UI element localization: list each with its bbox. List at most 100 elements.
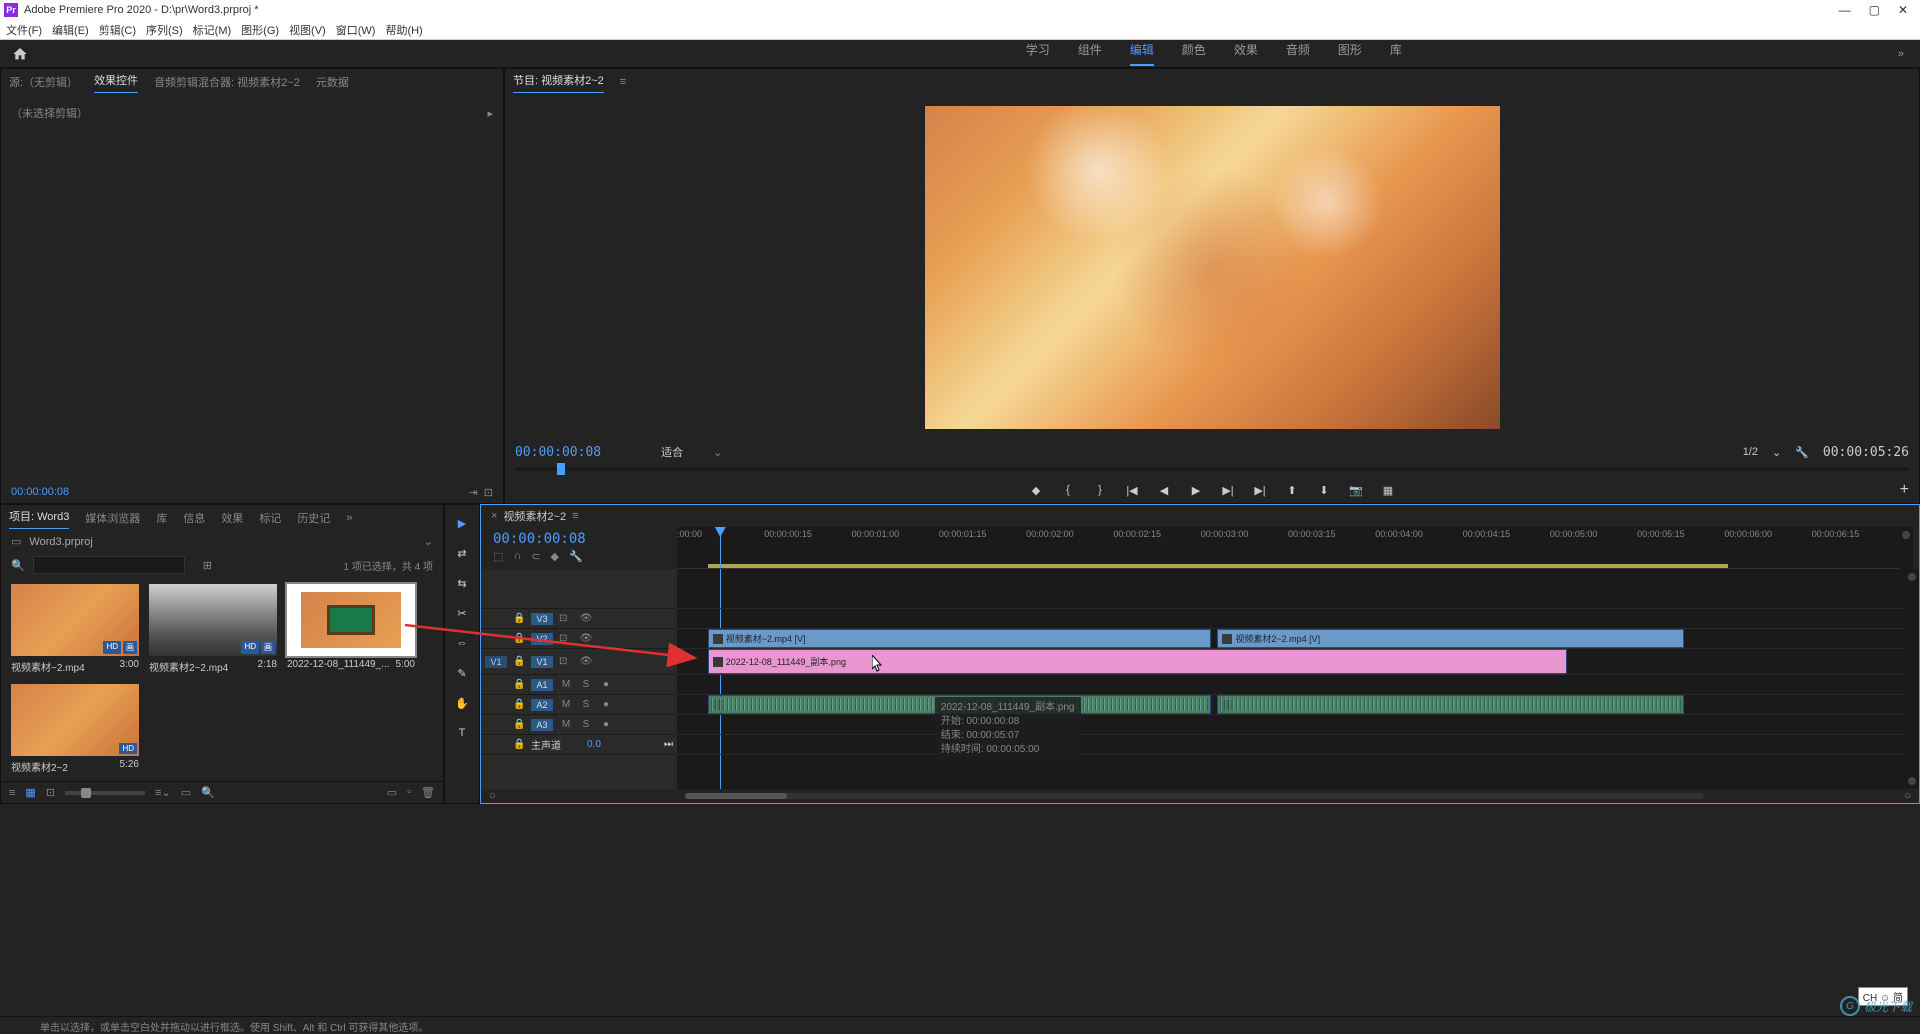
timeline-tracks-area[interactable]: 视频素材~2.mp4 [V] 视频素材2~2.mp4 [V] 2022-12-0… bbox=[677, 569, 1905, 789]
work-area-bar[interactable] bbox=[708, 564, 1728, 568]
track-target-v3[interactable]: V3 bbox=[531, 613, 553, 625]
toggle-track-output-icon[interactable]: 👁 bbox=[579, 656, 593, 667]
hand-tool[interactable]: ✋ bbox=[452, 693, 472, 713]
pen-tool[interactable]: ✎ bbox=[452, 663, 472, 683]
playback-resolution[interactable]: 1/2 bbox=[1743, 446, 1758, 458]
chevron-down-icon[interactable]: ⌄ bbox=[713, 446, 722, 459]
menu-file[interactable]: 文件(F) bbox=[6, 22, 42, 38]
menu-clip[interactable]: 剪辑(C) bbox=[99, 22, 136, 38]
mute-button[interactable]: M bbox=[559, 679, 573, 690]
workspace-assembly[interactable]: 组件 bbox=[1078, 41, 1102, 66]
workspace-editing[interactable]: 编辑 bbox=[1130, 41, 1154, 66]
tab-info[interactable]: 信息 bbox=[183, 510, 205, 526]
timeline-zoom-scrollbar[interactable] bbox=[685, 793, 1704, 799]
lift-button[interactable]: ⬆ bbox=[1283, 481, 1301, 499]
tab-metadata[interactable]: 元数据 bbox=[316, 74, 349, 90]
program-timecode[interactable]: 00:00:00:08 bbox=[515, 445, 601, 460]
timeline-vertical-scrollbar[interactable] bbox=[1905, 569, 1919, 789]
workspace-libraries[interactable]: 库 bbox=[1390, 41, 1402, 66]
clip-v2-a[interactable]: 视频素材~2.mp4 [V] bbox=[708, 629, 1211, 648]
sequence-name-tab[interactable]: 视频素材2~2 bbox=[503, 508, 566, 524]
menu-help[interactable]: 帮助(H) bbox=[385, 22, 422, 38]
track-v3[interactable] bbox=[677, 609, 1905, 629]
voice-over-record-icon[interactable]: ● bbox=[599, 699, 613, 710]
menu-view[interactable]: 视图(V) bbox=[289, 22, 326, 38]
play-button[interactable]: ▶ bbox=[1187, 481, 1205, 499]
new-bin-icon[interactable]: ▭ bbox=[387, 786, 397, 799]
slip-tool[interactable]: ⇔ bbox=[452, 633, 472, 653]
go-to-out-button[interactable]: ▶| bbox=[1251, 481, 1269, 499]
insert-icon[interactable]: ⇥ bbox=[468, 487, 477, 499]
tab-libraries[interactable]: 库 bbox=[156, 510, 167, 526]
track-target-a1[interactable]: A1 bbox=[531, 679, 553, 691]
playhead-indicator[interactable] bbox=[557, 463, 565, 475]
lock-icon[interactable]: 🔒 bbox=[513, 679, 525, 690]
workspace-learn[interactable]: 学习 bbox=[1026, 41, 1050, 66]
menu-graphics[interactable]: 图形(G) bbox=[241, 22, 279, 38]
linked-selection-icon[interactable]: ⊂ bbox=[531, 550, 540, 563]
clear-icon[interactable]: 🗑 bbox=[421, 786, 435, 799]
freeform-view-icon[interactable]: ⊡ bbox=[46, 786, 55, 799]
automate-to-sequence-icon[interactable]: ▭ bbox=[181, 786, 191, 799]
clip-a1-a[interactable] bbox=[708, 695, 1211, 714]
track-select-tool[interactable]: ⇄ bbox=[452, 543, 472, 563]
toggle-sync-lock-icon[interactable]: ⊡ bbox=[559, 656, 573, 667]
zoom-fit-label[interactable]: 适合 bbox=[661, 444, 683, 460]
settings-icon[interactable]: 🔧 bbox=[569, 550, 583, 563]
track-target-v1[interactable]: V1 bbox=[531, 656, 553, 668]
button-editor-icon[interactable]: + bbox=[1900, 481, 1909, 499]
tab-project[interactable]: 项目: Word3 bbox=[9, 508, 69, 529]
mute-button[interactable]: M bbox=[559, 699, 573, 710]
ripple-edit-tool[interactable]: ⇆ bbox=[452, 573, 472, 593]
track-a1[interactable] bbox=[677, 675, 1905, 695]
lock-icon[interactable]: 🔒 bbox=[513, 699, 525, 710]
marker-icon[interactable]: ◆ bbox=[551, 550, 559, 563]
nest-icon[interactable]: ⬚ bbox=[493, 550, 503, 563]
step-forward-button[interactable]: ▶| bbox=[1219, 481, 1237, 499]
selection-tool[interactable]: ▶ bbox=[452, 513, 472, 533]
program-scrubber[interactable] bbox=[505, 465, 1919, 477]
toggle-track-output-icon[interactable]: 👁 bbox=[579, 633, 593, 644]
voice-over-record-icon[interactable]: ● bbox=[599, 679, 613, 690]
add-marker-button[interactable]: ◆ bbox=[1027, 481, 1045, 499]
source-patching-v1[interactable]: V1 bbox=[485, 656, 507, 668]
workspace-effects[interactable]: 效果 bbox=[1234, 41, 1258, 66]
track-v1[interactable]: 2022-12-08_111449_副本.png bbox=[677, 649, 1905, 675]
timeline-timecode[interactable]: 00:00:00:08 bbox=[487, 531, 677, 547]
panel-menu-icon[interactable]: ≡ bbox=[620, 76, 626, 88]
lock-icon[interactable]: 🔒 bbox=[513, 739, 525, 750]
tab-audio-clip-mixer[interactable]: 音频剪辑混合器: 视频素材2~2 bbox=[154, 74, 300, 90]
tab-source[interactable]: 源:（无剪辑） bbox=[9, 74, 78, 90]
step-back-button[interactable]: ◀ bbox=[1155, 481, 1173, 499]
toggle-sync-lock-icon[interactable]: ⊡ bbox=[559, 613, 573, 624]
freeform-view-icon[interactable]: ⊞ bbox=[203, 559, 212, 572]
menu-sequence[interactable]: 序列(S) bbox=[146, 22, 183, 38]
mute-button[interactable]: M bbox=[559, 719, 573, 730]
sort-icon[interactable]: ≡⌄ bbox=[155, 786, 171, 799]
type-tool[interactable]: T bbox=[452, 723, 472, 743]
program-monitor-view[interactable] bbox=[505, 95, 1919, 439]
skip-icon[interactable]: ⏭ bbox=[664, 739, 673, 750]
tab-markers[interactable]: 标记 bbox=[259, 510, 281, 526]
master-level-value[interactable]: 0.0 bbox=[587, 739, 601, 750]
toggle-track-output-icon[interactable]: 👁 bbox=[579, 613, 593, 624]
extract-button[interactable]: ⬇ bbox=[1315, 481, 1333, 499]
mark-out-button[interactable]: } bbox=[1091, 481, 1109, 499]
track-target-v2[interactable]: V2 bbox=[531, 633, 553, 645]
project-item[interactable]: HD 视频素材2~25:26 bbox=[11, 684, 139, 774]
close-button[interactable]: ✕ bbox=[1898, 3, 1908, 17]
snap-icon[interactable]: ∩ bbox=[513, 550, 521, 563]
source-timecode[interactable]: 00:00:00:08 bbox=[11, 486, 69, 499]
clip-v1[interactable]: 2022-12-08_111449_副本.png bbox=[708, 649, 1568, 674]
project-item[interactable]: HD画 视频素材2~2.mp42:18 bbox=[149, 584, 277, 674]
tab-program[interactable]: 节目: 视频素材2~2 bbox=[513, 72, 604, 93]
voice-over-record-icon[interactable]: ● bbox=[599, 719, 613, 730]
tab-history[interactable]: 历史记 bbox=[297, 510, 330, 526]
menu-edit[interactable]: 编辑(E) bbox=[52, 22, 89, 38]
mark-in-button[interactable]: { bbox=[1059, 481, 1077, 499]
workspace-audio[interactable]: 音频 bbox=[1286, 41, 1310, 66]
chevron-down-icon[interactable]: ⌄ bbox=[1772, 446, 1781, 459]
lock-icon[interactable]: 🔒 bbox=[513, 719, 525, 730]
track-master[interactable] bbox=[677, 735, 1905, 755]
lock-icon[interactable]: 🔒 bbox=[513, 633, 525, 644]
